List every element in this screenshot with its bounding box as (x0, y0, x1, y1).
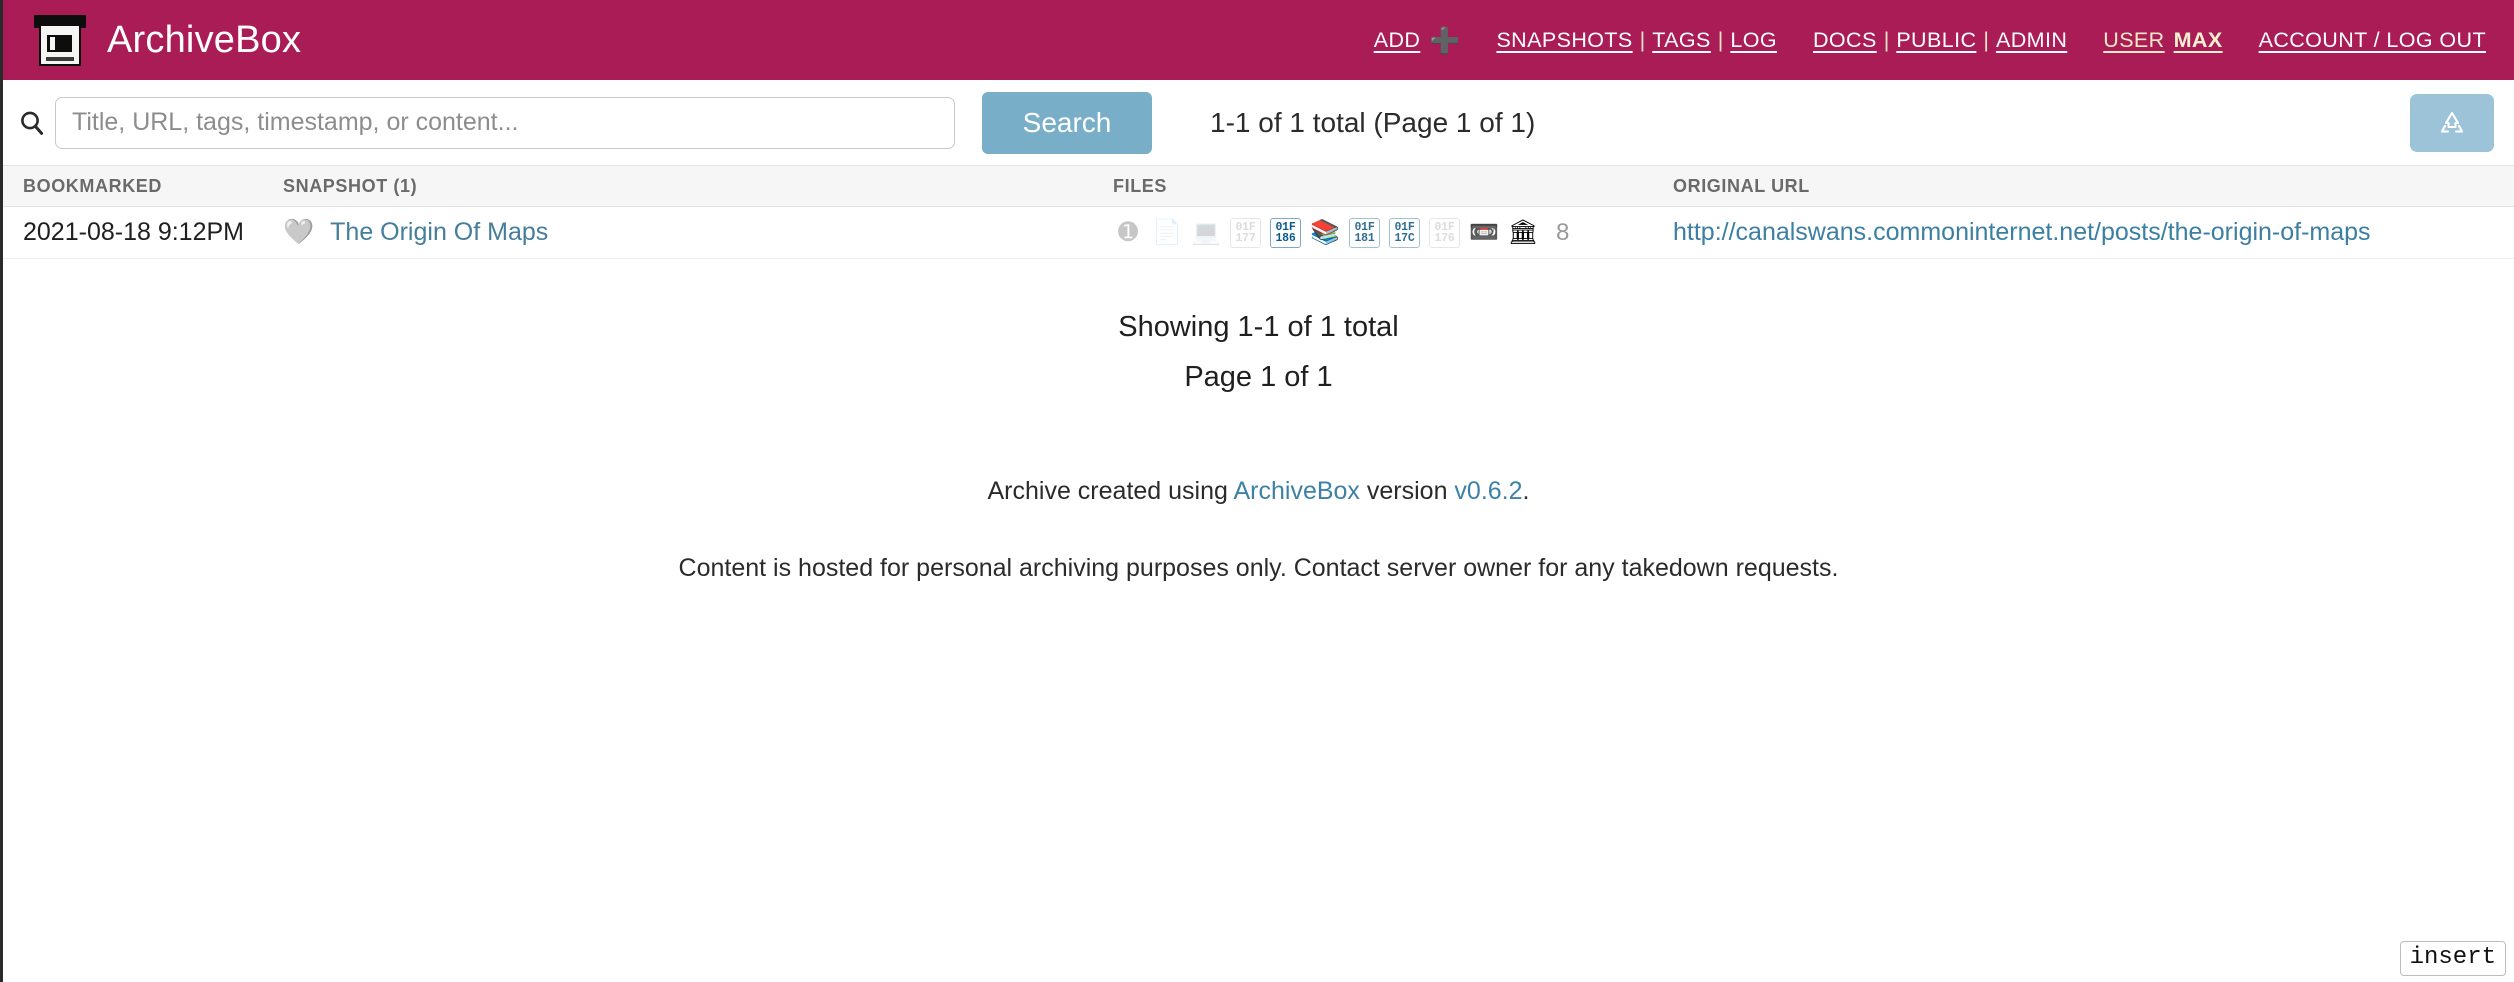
main-nav: ADD ➕ SNAPSHOTS | TAGS | LOG DOCS | PUBL… (1374, 28, 2492, 53)
hash-tag-01f177[interactable]: 01F177 (1230, 218, 1261, 248)
nav-separator: | (1976, 28, 1996, 53)
table-row: 2021-08-18 9:12PM 🩵 The Origin Of Maps ➊… (3, 207, 2514, 259)
nav-group-user: USER MAX (2103, 28, 2222, 53)
nav-group-account: ACCOUNT / LOG OUT (2259, 28, 2486, 53)
nav-admin-link[interactable]: ADMIN (1996, 28, 2067, 53)
nav-group-docs: DOCS | PUBLIC | ADMIN (1813, 28, 2067, 53)
brand[interactable]: ArchiveBox (33, 13, 301, 67)
cell-snapshot: 🩵 The Origin Of Maps (283, 218, 1113, 247)
hash-tag-01f181[interactable]: 01F181 (1349, 218, 1380, 248)
archivebox-page: ArchiveBox ADD ➕ SNAPSHOTS | TAGS | LOG … (0, 0, 2514, 982)
app-header: ArchiveBox ADD ➕ SNAPSHOTS | TAGS | LOG … (3, 0, 2514, 80)
plus-icon[interactable]: ➕ (1429, 29, 1460, 54)
credits-middle: version (1360, 477, 1454, 505)
table-header-row: BOOKMARKED SNAPSHOT (1) FILES ORIGINAL U… (3, 165, 2514, 207)
books-icon[interactable]: 📚 (1310, 218, 1340, 248)
nav-group-archive: SNAPSHOTS | TAGS | LOG (1496, 28, 1777, 53)
videotape-icon[interactable]: 📼 (1469, 218, 1499, 248)
recycle-button[interactable] (2410, 94, 2494, 152)
cell-files: ➊ 📄 💻 01F177 01F186 📚 01F181 01F17C 01F1… (1113, 218, 1673, 248)
hash-tag-01f17c[interactable]: 01F17C (1389, 218, 1420, 248)
nav-docs-link[interactable]: DOCS (1813, 28, 1877, 53)
snapshots-table: BOOKMARKED SNAPSHOT (1) FILES ORIGINAL U… (3, 165, 2514, 259)
info-circle-icon[interactable]: ➊ (1113, 218, 1143, 248)
archive-box-logo-icon (33, 13, 87, 67)
search-input[interactable] (55, 97, 955, 149)
cell-bookmarked: 2021-08-18 9:12PM (3, 218, 283, 247)
hash-tag-01f176[interactable]: 01F176 (1429, 218, 1460, 248)
search-icon (17, 108, 47, 138)
column-header-snapshot[interactable]: SNAPSHOT (1) (283, 176, 1113, 197)
search-bar: Search 1-1 of 1 total (Page 1 of 1) (3, 80, 2514, 165)
nav-tags-link[interactable]: TAGS (1652, 28, 1711, 53)
files-count-label: 8 (1556, 219, 1569, 247)
nav-separator: | (1633, 28, 1653, 53)
document-icon[interactable]: 📄 (1152, 218, 1182, 248)
column-header-original-url[interactable]: ORIGINAL URL (1673, 176, 2514, 197)
nav-add-link[interactable]: ADD (1374, 28, 1421, 53)
hash-tag-01f186[interactable]: 01F186 (1270, 218, 1301, 248)
version-link[interactable]: v0.6.2 (1454, 477, 1522, 505)
swan-favicon-icon: 🩵 (283, 220, 314, 245)
column-header-bookmarked[interactable]: BOOKMARKED (3, 176, 283, 197)
nav-log-link[interactable]: LOG (1730, 28, 1777, 53)
nav-account-logout-link[interactable]: ACCOUNT / LOG OUT (2259, 28, 2486, 53)
nav-public-link[interactable]: PUBLIC (1896, 28, 1976, 53)
brand-title: ArchiveBox (107, 19, 301, 62)
pagination-summary: Showing 1-1 of 1 total Page 1 of 1 (3, 303, 2514, 403)
pagination-page: Page 1 of 1 (3, 353, 2514, 403)
column-header-files[interactable]: FILES (1113, 176, 1673, 197)
nav-snapshots-link[interactable]: SNAPSHOTS (1496, 28, 1632, 53)
mode-badge: insert (2400, 941, 2506, 976)
credits-prefix: Archive created using (988, 477, 1234, 505)
nav-user-name[interactable]: MAX (2174, 28, 2223, 53)
archivebox-link[interactable]: ArchiveBox (1233, 477, 1359, 505)
nav-user-label: USER (2103, 28, 2164, 53)
nav-separator: | (1877, 28, 1897, 53)
footer-disclaimer: Content is hosted for personal archiving… (3, 554, 2514, 583)
classical-building-icon[interactable]: 🏛 (1508, 218, 1538, 248)
pagination-showing: Showing 1-1 of 1 total (3, 303, 2514, 353)
recycle-icon (2435, 106, 2469, 140)
search-button[interactable]: Search (982, 92, 1152, 154)
result-count-label: 1-1 of 1 total (Page 1 of 1) (1210, 107, 1535, 139)
cell-original-url: http://canalswans.commoninternet.net/pos… (1673, 218, 2514, 247)
nav-group-add: ADD ➕ (1374, 28, 1461, 53)
credits-suffix: . (1523, 477, 1530, 505)
snapshot-title-link[interactable]: The Origin Of Maps (330, 218, 548, 247)
laptop-icon[interactable]: 💻 (1191, 218, 1221, 248)
original-url-link[interactable]: http://canalswans.commoninternet.net/pos… (1673, 218, 2371, 246)
nav-separator: | (1711, 28, 1731, 53)
footer-credits: Archive created using ArchiveBox version… (3, 477, 2514, 506)
